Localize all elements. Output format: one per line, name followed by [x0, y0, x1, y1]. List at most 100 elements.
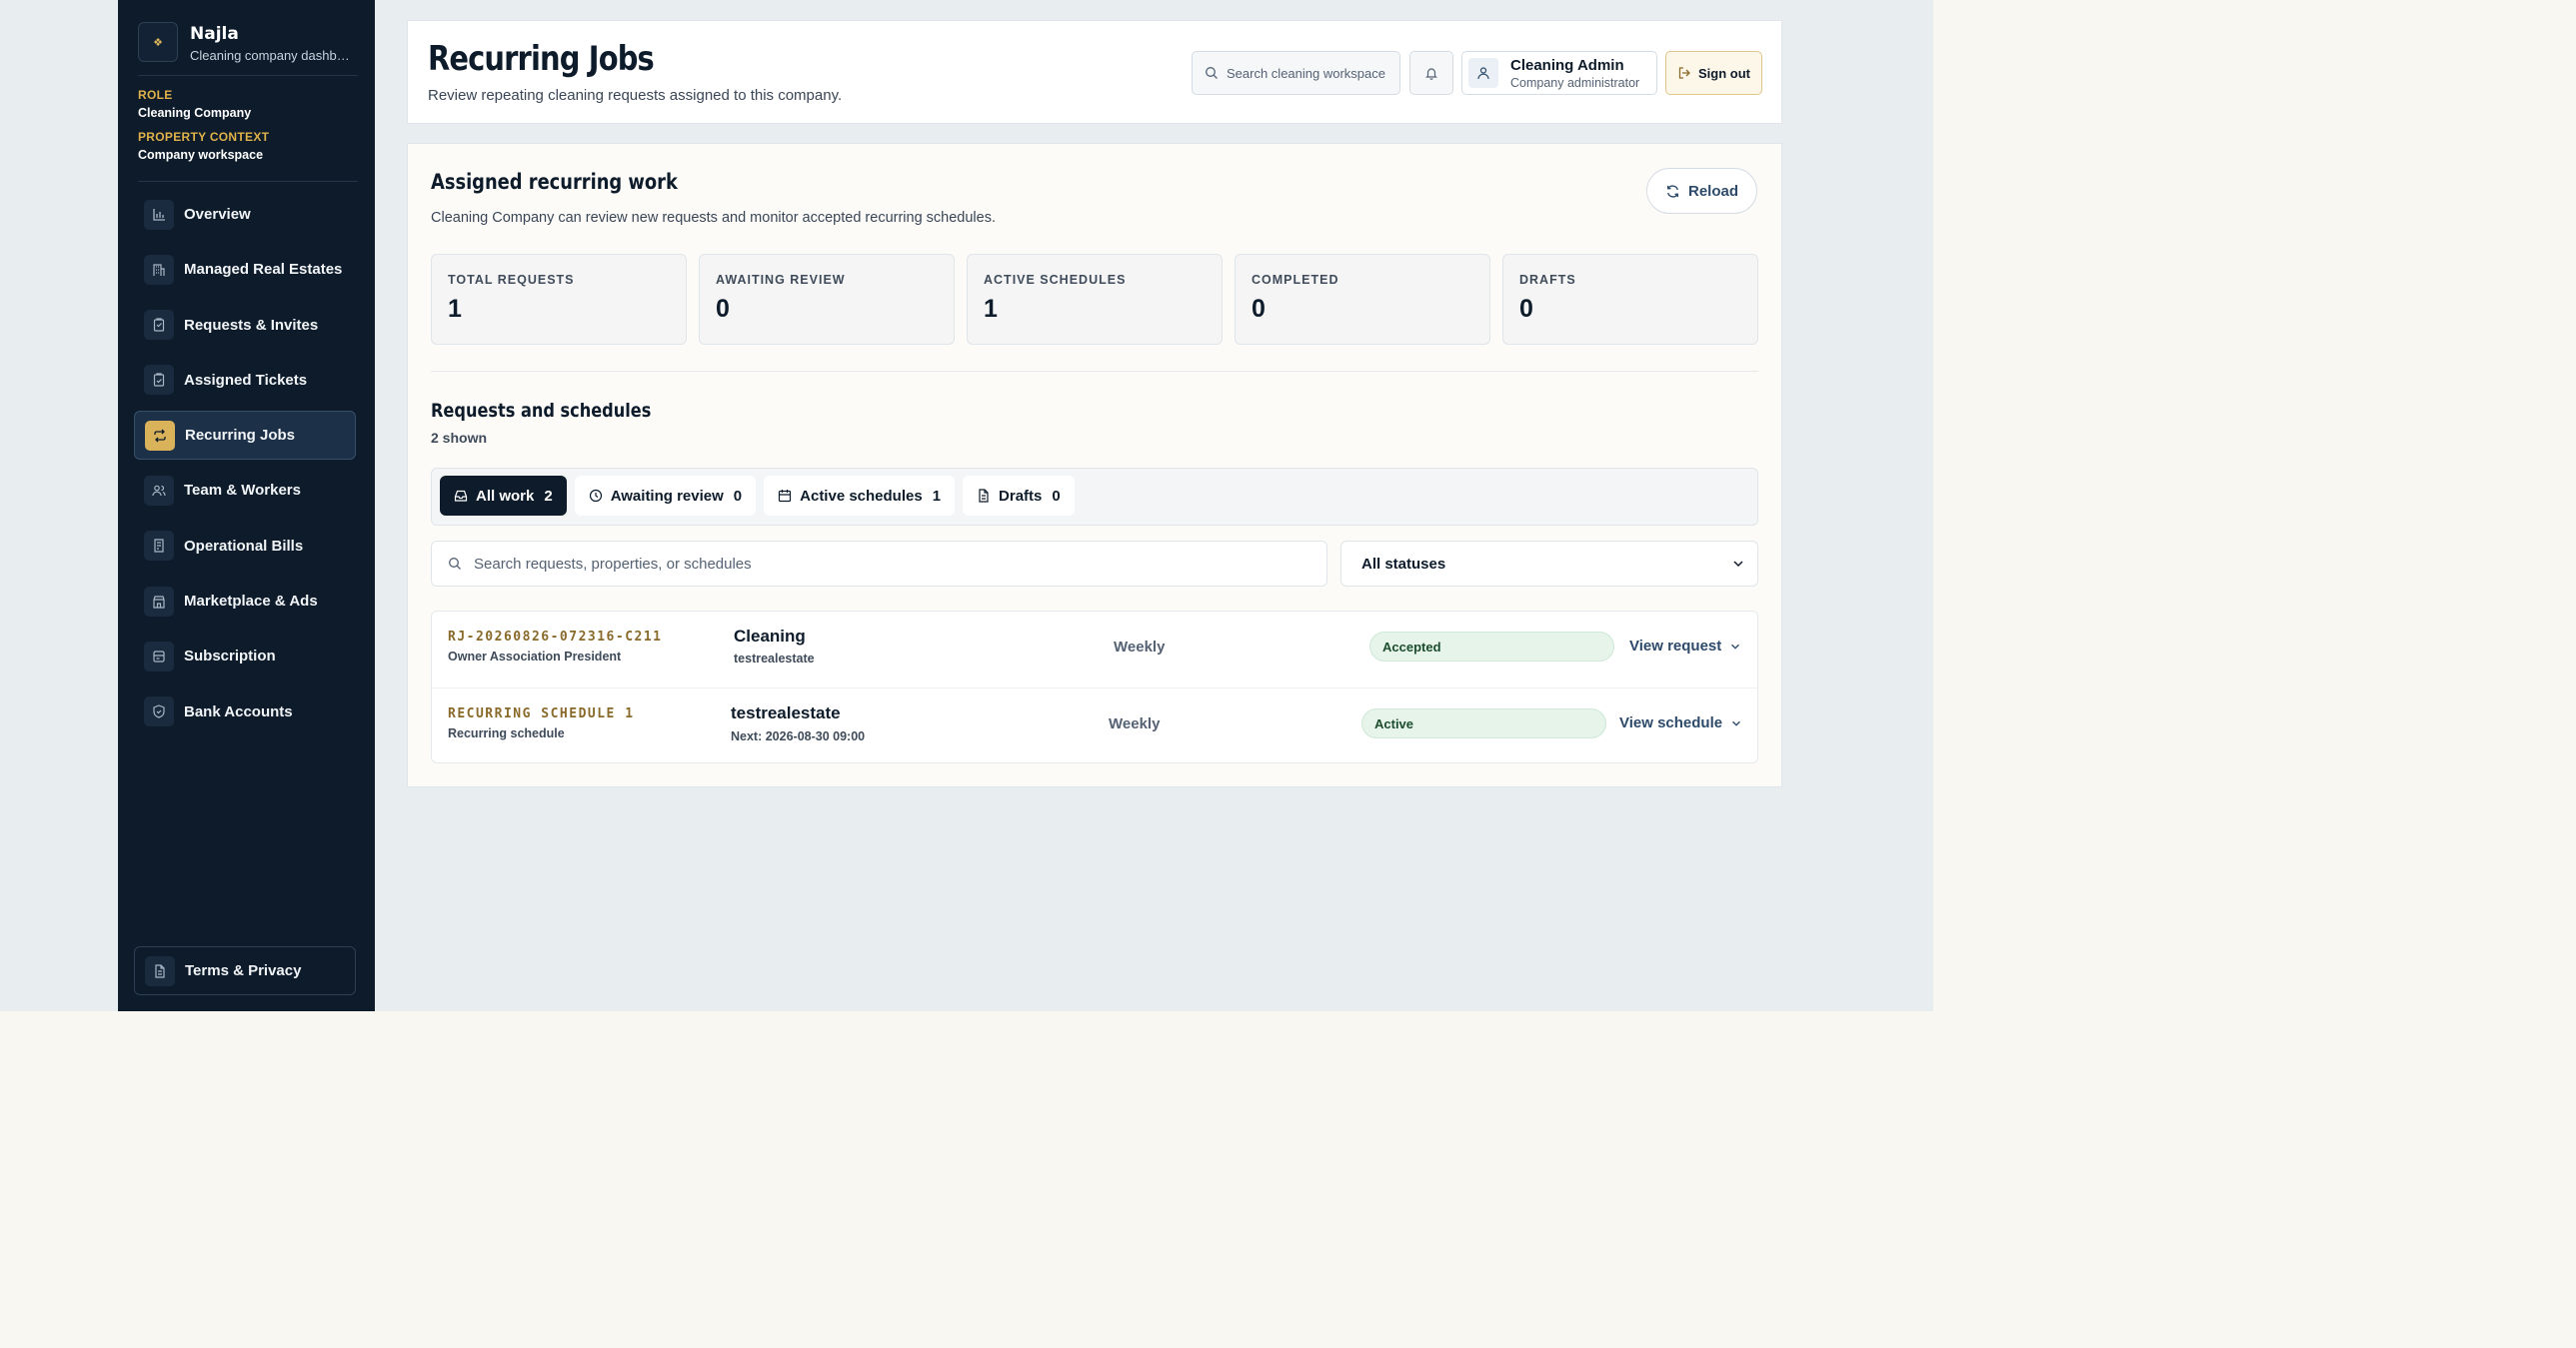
clipboard-icon	[144, 310, 174, 341]
schedule-next-run: Next: 2026-08-30 09:00	[731, 729, 866, 743]
chevron-down-icon	[1730, 717, 1742, 729]
sidebar-item-managed-real-estates[interactable]: Managed Real Estates	[134, 245, 356, 294]
property-context-label: PROPERTY CONTEXT	[138, 130, 270, 144]
document-icon	[977, 489, 991, 503]
users-icon	[144, 475, 174, 506]
sidebar-item-team-workers[interactable]: Team & Workers	[134, 466, 356, 515]
sidebar-item-operational-bills[interactable]: Operational Bills	[134, 522, 356, 571]
logo-icon: ❖	[138, 22, 178, 62]
sidebar-item-bank-accounts[interactable]: Bank Accounts	[134, 687, 356, 736]
sidebar-item-label: Operational Bills	[184, 537, 304, 555]
tab-all-work[interactable]: All work 2	[440, 476, 567, 516]
view-request-button[interactable]: View request	[1629, 638, 1741, 655]
stat-value: 0	[1252, 295, 1266, 323]
user-menu[interactable]: Cleaning Admin Company administrator	[1461, 51, 1657, 95]
page-header: Recurring Jobs Review repeating cleaning…	[407, 20, 1782, 124]
stat-value: 0	[716, 295, 730, 323]
reload-label: Reload	[1687, 182, 1738, 200]
tab-label: Awaiting review	[610, 487, 724, 505]
schedule-type: Recurring schedule	[448, 726, 565, 740]
terms-label: Terms & Privacy	[185, 962, 302, 979]
stat-completed: COMPLETED 0	[1235, 254, 1490, 345]
tab-label: All work	[476, 487, 535, 505]
status-badge: Active	[1361, 708, 1606, 738]
list-item: RJ-20260826-072316-C211 Owner Associatio…	[432, 612, 1757, 687]
sidebar-item-marketplace-ads[interactable]: Marketplace & Ads	[134, 577, 356, 626]
sidebar-item-recurring-jobs[interactable]: Recurring Jobs	[134, 411, 356, 461]
workspace-search-placeholder: Search cleaning workspace	[1227, 65, 1385, 81]
sidebar-item-label: Requests & Invites	[184, 316, 319, 334]
sidebar-item-requests-invites[interactable]: Requests & Invites	[134, 301, 356, 350]
inbox-icon	[454, 489, 468, 503]
requests-search-placeholder: Search requests, properties, or schedule…	[474, 555, 752, 573]
brand-subtitle: Cleaning company dashboard	[190, 48, 352, 63]
stat-label: AWAITING REVIEW	[716, 273, 846, 287]
stat-value: 0	[1519, 295, 1533, 323]
list-count: 2 shown	[431, 430, 488, 446]
tab-drafts[interactable]: Drafts 0	[963, 476, 1075, 516]
view-schedule-button[interactable]: View schedule	[1619, 714, 1742, 731]
sidebar-item-label: Managed Real Estates	[184, 261, 343, 279]
tab-count: 1	[932, 487, 942, 505]
filter-tabs: All work 2 Awaiting review 0 Active sche…	[431, 468, 1758, 526]
sidebar-item-label: Bank Accounts	[184, 702, 293, 720]
stat-drafts: DRAFTS 0	[1502, 254, 1758, 345]
stat-value: 1	[448, 295, 462, 323]
sign-out-button[interactable]: Sign out	[1665, 51, 1762, 95]
request-title: Cleaning	[734, 627, 806, 646]
user-role: Company administrator	[1510, 75, 1640, 90]
search-icon	[1205, 66, 1219, 80]
schedule-reference: RECURRING SCHEDULE 1	[448, 706, 635, 721]
user-name: Cleaning Admin	[1510, 56, 1624, 74]
status-filter-value: All statuses	[1361, 555, 1446, 573]
request-property: testrealestate	[734, 652, 815, 666]
building-icon	[144, 254, 174, 285]
status-badge: Accepted	[1369, 632, 1614, 662]
brand: ❖ Najla Cleaning company dashboard	[138, 22, 358, 76]
tab-count: 2	[544, 487, 553, 505]
workspace-search-input[interactable]: Search cleaning workspace	[1192, 51, 1400, 95]
stat-active-schedules: ACTIVE SCHEDULES 1	[967, 254, 1223, 345]
sidebar-item-subscription[interactable]: Subscription	[134, 632, 356, 680]
sidebar-item-label: Subscription	[184, 648, 276, 666]
tab-count: 0	[1052, 487, 1061, 505]
stat-value: 1	[984, 295, 998, 323]
calendar-icon	[778, 489, 792, 503]
tab-label: Active schedules	[800, 487, 923, 505]
stat-label: COMPLETED	[1252, 273, 1339, 287]
property-context-value: Company workspace	[138, 148, 264, 162]
tab-active-schedules[interactable]: Active schedules 1	[764, 476, 956, 516]
sidebar-item-label: Marketplace & Ads	[184, 593, 318, 611]
stat-label: TOTAL REQUESTS	[448, 273, 575, 287]
receipt-icon	[144, 531, 174, 562]
stats-row: TOTAL REQUESTS 1 AWAITING REVIEW 0 ACTIV…	[431, 254, 1758, 345]
role-label: ROLE	[138, 88, 173, 102]
app-window: ❖ Najla Cleaning company dashboard ROLE …	[0, 0, 1933, 1011]
sidebar-item-label: Assigned Tickets	[184, 371, 308, 389]
schedule-title: testrealestate	[731, 703, 841, 722]
notifications-button[interactable]	[1409, 51, 1453, 95]
sidebar-item-overview[interactable]: Overview	[134, 190, 356, 239]
sidebar-item-terms-privacy[interactable]: Terms & Privacy	[134, 946, 356, 995]
section-subtitle: Cleaning Company can review new requests…	[431, 210, 996, 226]
stat-label: DRAFTS	[1519, 273, 1576, 287]
tab-awaiting-review[interactable]: Awaiting review 0	[574, 476, 757, 516]
repeat-icon	[145, 420, 175, 451]
request-reference: RJ-20260826-072316-C211	[448, 630, 663, 645]
sidebar-nav: Overview Managed Real Estates Requests &…	[134, 190, 356, 742]
divider	[431, 371, 1758, 372]
list-title: Requests and schedules	[431, 400, 652, 422]
shield-icon	[144, 696, 174, 727]
bell-icon	[1424, 66, 1438, 80]
sidebar-item-label: Recurring Jobs	[185, 427, 296, 445]
requests-search-input[interactable]: Search requests, properties, or schedule…	[431, 541, 1327, 587]
clock-icon	[589, 489, 603, 503]
requests-list: RJ-20260826-072316-C211 Owner Associatio…	[431, 611, 1758, 763]
reload-button[interactable]: Reload	[1646, 168, 1757, 214]
sidebar: ❖ Najla Cleaning company dashboard ROLE …	[118, 0, 375, 1011]
stat-label: ACTIVE SCHEDULES	[984, 273, 1127, 287]
recurring-work-panel: Assigned recurring work Cleaning Company…	[407, 143, 1782, 787]
sidebar-item-assigned-tickets[interactable]: Assigned Tickets	[134, 356, 356, 405]
status-filter-select[interactable]: All statuses	[1340, 541, 1758, 587]
document-icon	[145, 955, 175, 986]
